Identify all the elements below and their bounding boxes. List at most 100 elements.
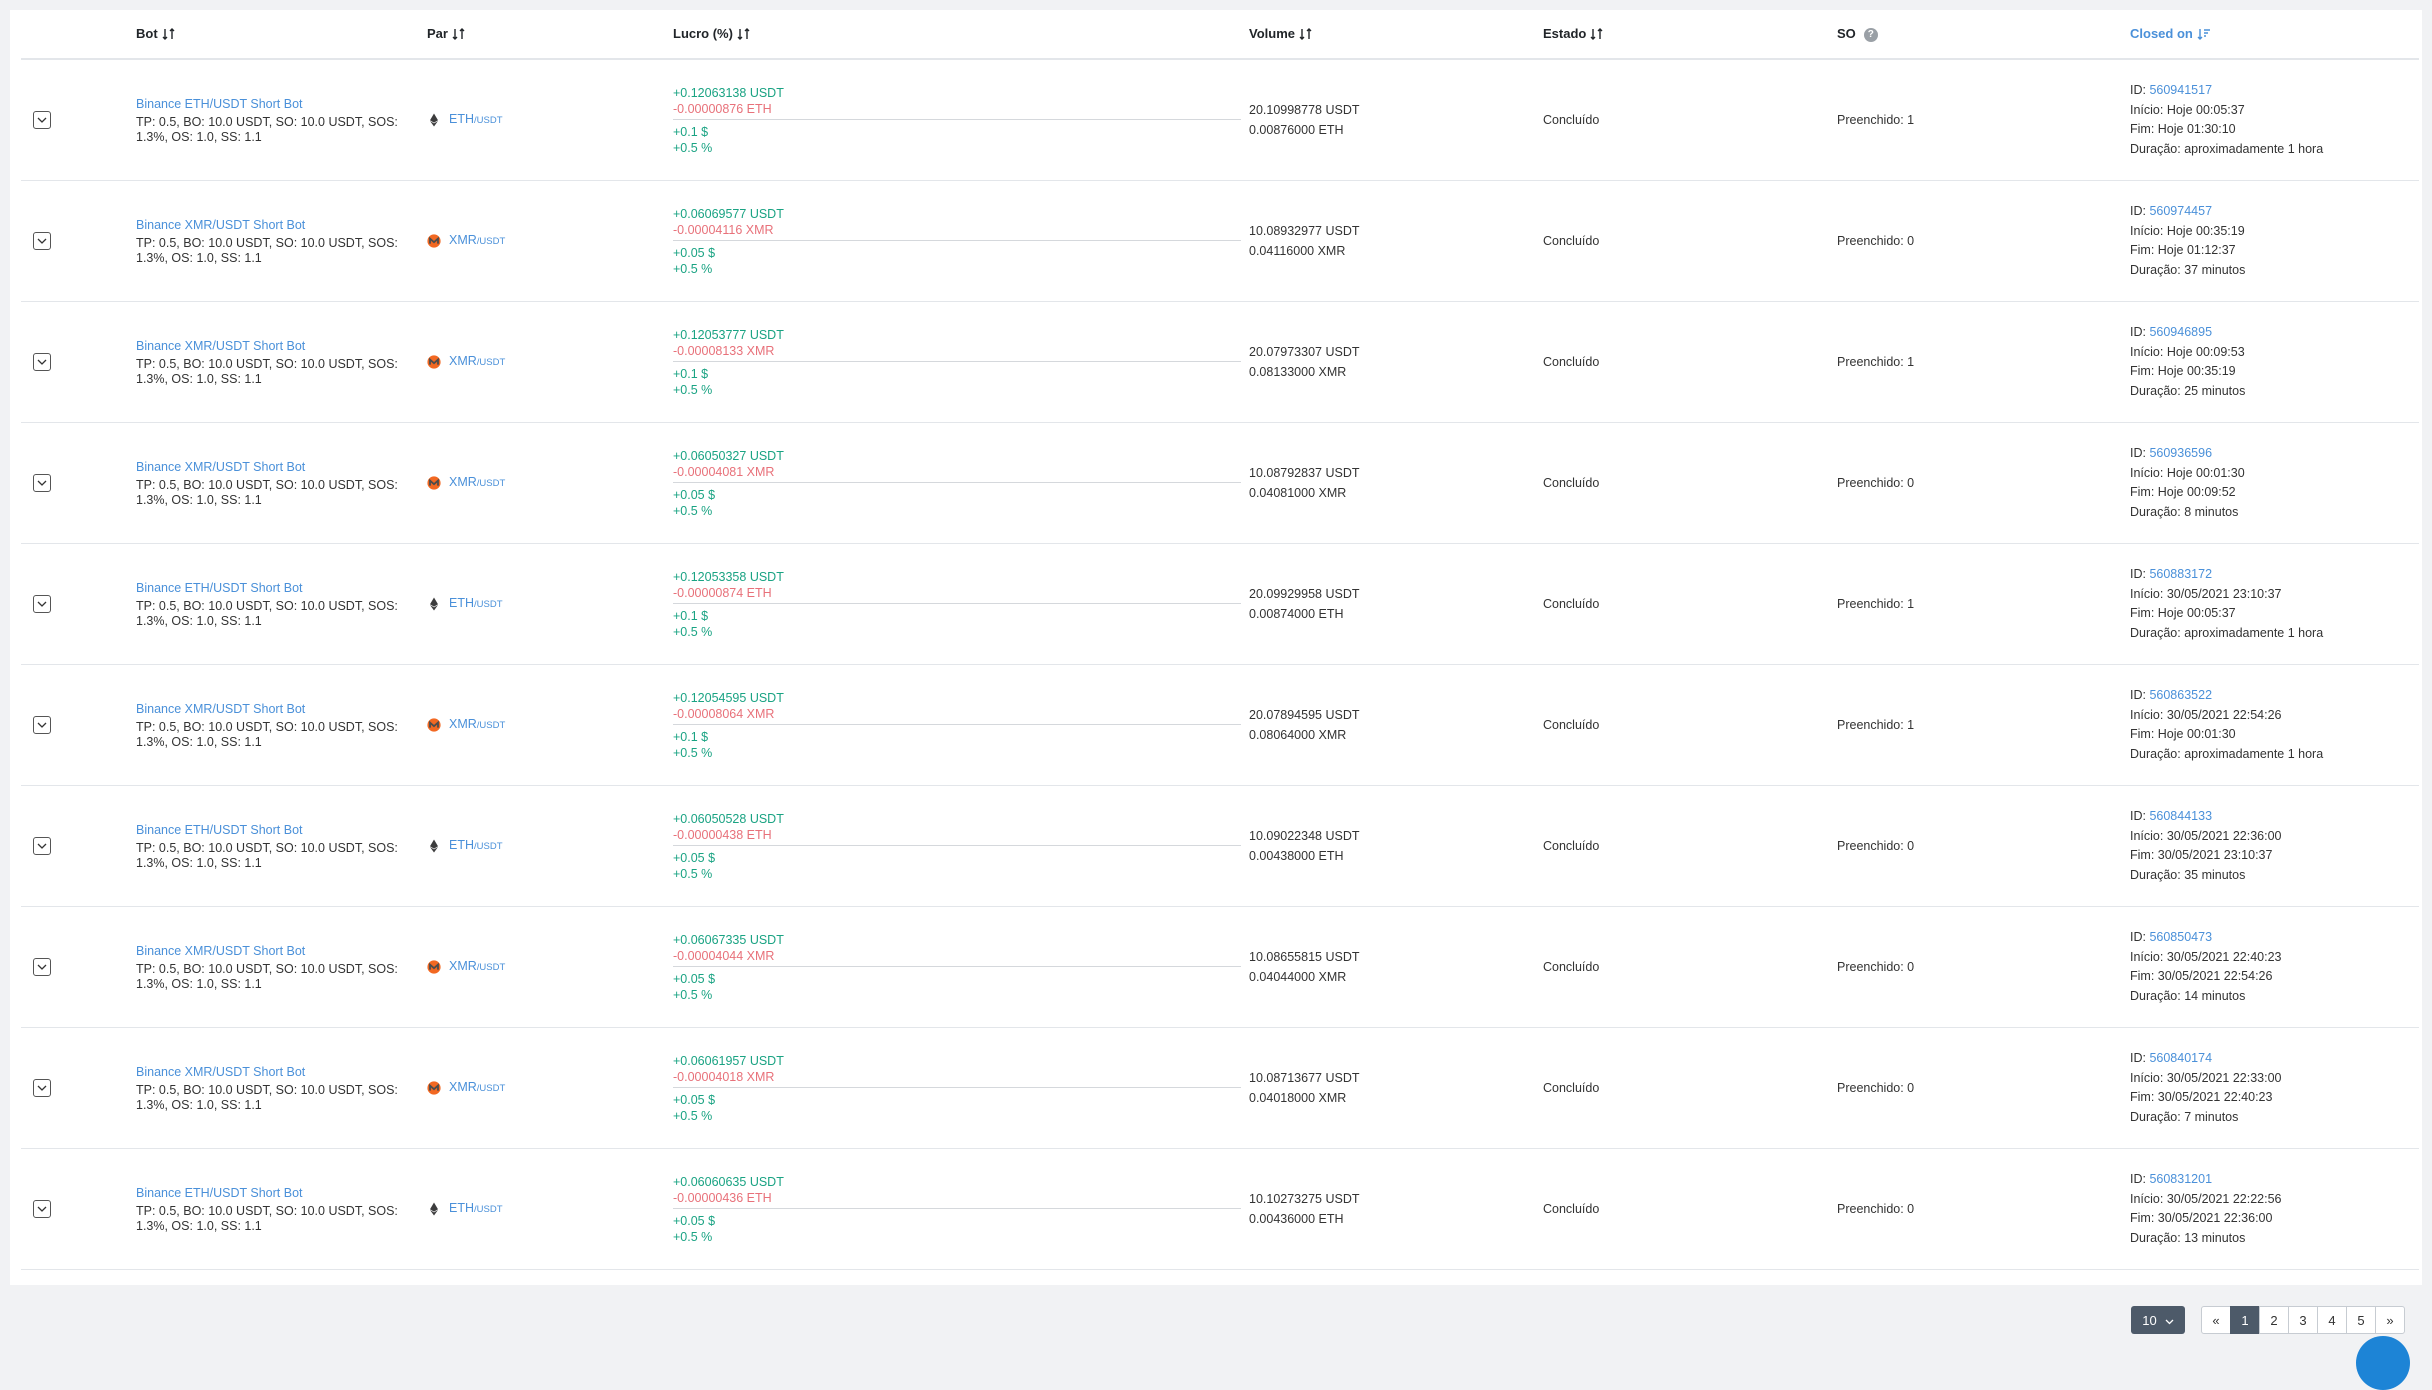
deal-id-link[interactable]: 560883172 xyxy=(2149,567,2212,581)
deal-id-link[interactable]: 560844133 xyxy=(2149,809,2212,823)
profit-divider xyxy=(673,118,1241,120)
pagination-page-2[interactable]: 2 xyxy=(2259,1306,2289,1334)
deal-start: Início: 30/05/2021 22:22:56 xyxy=(2130,1191,2282,1206)
profit-coin: -0.00004081 XMR xyxy=(673,464,775,479)
bot-name-link[interactable]: Binance ETH/USDT Short Bot xyxy=(136,822,419,838)
chevron-down-icon xyxy=(2165,1313,2174,1328)
profit-usd: +0.05 $ xyxy=(673,850,716,865)
bot-name-link[interactable]: Binance XMR/USDT Short Bot xyxy=(136,217,419,233)
profit-cell: +0.06061957 USDT -0.00004018 XMR +0.05 $ +0… xyxy=(665,1027,1241,1149)
deal-end: Fim: 30/05/2021 22:40:23 xyxy=(2130,1090,2273,1104)
header-status[interactable]: Estado xyxy=(1535,10,1829,60)
sort-icon[interactable] xyxy=(452,27,466,43)
chevron-down-icon xyxy=(37,843,47,849)
header-profit[interactable]: Lucro (%) xyxy=(665,10,1241,60)
bot-name-link[interactable]: Binance ETH/USDT Short Bot xyxy=(136,96,419,112)
chevron-down-icon xyxy=(37,601,47,607)
bot-cell: Binance XMR/USDT Short Bot TP: 0.5, BO: 1… xyxy=(128,301,419,423)
volume-cell: 10.08713677 USDT 0.04018000 XMR xyxy=(1241,1027,1535,1149)
profit-usd: +0.05 $ xyxy=(673,1213,716,1228)
sort-icon[interactable] xyxy=(737,27,751,43)
pair-link[interactable]: XMR/USDT xyxy=(449,1079,505,1097)
expand-cell xyxy=(21,422,128,544)
monero-icon xyxy=(427,234,441,248)
deal-id-link[interactable]: 560941517 xyxy=(2149,83,2212,97)
expand-row-button[interactable] xyxy=(33,837,51,855)
pair-link[interactable]: XMR/USDT xyxy=(449,474,505,492)
expand-row-button[interactable] xyxy=(33,595,51,613)
deal-id-link[interactable]: 560974457 xyxy=(2149,204,2212,218)
expand-row-button[interactable] xyxy=(33,232,51,250)
safety-orders-filled: Preenchido: 0 xyxy=(1837,234,1915,248)
pair-base: ETH xyxy=(449,1201,474,1215)
ethereum-icon xyxy=(427,839,441,853)
bot-name-link[interactable]: Binance ETH/USDT Short Bot xyxy=(136,580,419,596)
expand-row-button[interactable] xyxy=(33,716,51,734)
bot-settings: TP: 0.5, BO: 10.0 USDT, SO: 10.0 USDT, S… xyxy=(136,477,398,507)
closed-on-cell: ID: 560883172 Início: 30/05/2021 23:10:37… xyxy=(2122,543,2419,665)
sort-icon[interactable] xyxy=(162,27,176,43)
pagination-last-button[interactable]: » xyxy=(2375,1306,2405,1334)
pair-link[interactable]: XMR/USDT xyxy=(449,232,505,250)
chat-fab-button[interactable] xyxy=(2356,1336,2410,1390)
pair-link[interactable]: ETH/USDT xyxy=(449,595,503,613)
pair-link[interactable]: ETH/USDT xyxy=(449,111,503,129)
pagination-first-button[interactable]: « xyxy=(2201,1306,2231,1334)
question-circle-icon[interactable]: ? xyxy=(1863,28,1878,42)
pair-link[interactable]: ETH/USDT xyxy=(449,837,503,855)
pair-link[interactable]: ETH/USDT xyxy=(449,1200,503,1218)
deal-duration: Duração: 25 minutos xyxy=(2130,383,2246,398)
pair-base: XMR xyxy=(449,475,477,489)
deal-id-link[interactable]: 560946895 xyxy=(2149,325,2212,339)
profit-percent: +0.5 % xyxy=(673,382,713,397)
deal-duration: Duração: 13 minutos xyxy=(2130,1230,2246,1245)
header-volume[interactable]: Volume xyxy=(1241,10,1535,60)
deal-id-link[interactable]: 560863522 xyxy=(2149,688,2212,702)
pagination-page-4[interactable]: 4 xyxy=(2317,1306,2347,1334)
per-page-select[interactable]: 10 xyxy=(2131,1306,2185,1334)
header-bot[interactable]: Bot xyxy=(128,10,419,60)
expand-row-button[interactable] xyxy=(33,111,51,129)
expand-row-button[interactable] xyxy=(33,1079,51,1097)
profit-divider xyxy=(673,723,1241,725)
sort-icon[interactable] xyxy=(1590,27,1604,43)
header-closed-on[interactable]: Closed on xyxy=(2122,10,2419,60)
pair-link[interactable]: XMR/USDT xyxy=(449,716,505,734)
bot-name-link[interactable]: Binance ETH/USDT Short Bot xyxy=(136,1185,419,1201)
pagination-page-1[interactable]: 1 xyxy=(2230,1306,2260,1334)
status-cell: Concluído xyxy=(1535,1148,1829,1270)
bot-name-link[interactable]: Binance XMR/USDT Short Bot xyxy=(136,701,419,717)
deal-id-link[interactable]: 560850473 xyxy=(2149,930,2212,944)
status-cell: Concluído xyxy=(1535,906,1829,1028)
pagination-page-5[interactable]: 5 xyxy=(2346,1306,2376,1334)
expand-row-button[interactable] xyxy=(33,474,51,492)
deal-end: Fim: Hoje 00:09:52 xyxy=(2130,485,2236,499)
volume-cell: 10.08655815 USDT 0.04044000 XMR xyxy=(1241,906,1535,1028)
bot-name-link[interactable]: Binance XMR/USDT Short Bot xyxy=(136,1064,419,1080)
bot-settings: TP: 0.5, BO: 10.0 USDT, SO: 10.0 USDT, S… xyxy=(136,719,398,749)
profit-coin: -0.00000438 ETH xyxy=(673,827,772,842)
deal-id-link[interactable]: 560936596 xyxy=(2149,446,2212,460)
header-profit-label: Lucro (%) xyxy=(673,25,733,41)
header-pair[interactable]: Par xyxy=(419,10,665,60)
bot-name-link[interactable]: Binance XMR/USDT Short Bot xyxy=(136,459,419,475)
bot-name-link[interactable]: Binance XMR/USDT Short Bot xyxy=(136,943,419,959)
status-text: Concluído xyxy=(1543,718,1600,732)
expand-row-button[interactable] xyxy=(33,958,51,976)
profit-divider xyxy=(673,239,1241,241)
volume-coin: 0.08064000 XMR xyxy=(1249,728,1347,742)
volume-coin: 0.00438000 ETH xyxy=(1249,849,1344,863)
pair-link[interactable]: XMR/USDT xyxy=(449,353,505,371)
bot-name-link[interactable]: Binance XMR/USDT Short Bot xyxy=(136,338,419,354)
profit-usd: +0.05 $ xyxy=(673,245,716,260)
safety-orders-filled: Preenchido: 0 xyxy=(1837,476,1915,490)
deal-id-link[interactable]: 560831201 xyxy=(2149,1172,2212,1186)
expand-row-button[interactable] xyxy=(33,1200,51,1218)
deal-id-link[interactable]: 560840174 xyxy=(2149,1051,2212,1065)
pair-quote: /USDT xyxy=(476,357,506,368)
expand-row-button[interactable] xyxy=(33,353,51,371)
sort-descending-icon[interactable] xyxy=(2197,28,2211,43)
sort-icon[interactable] xyxy=(1299,27,1313,43)
pagination-page-3[interactable]: 3 xyxy=(2288,1306,2318,1334)
pair-link[interactable]: XMR/USDT xyxy=(449,958,505,976)
